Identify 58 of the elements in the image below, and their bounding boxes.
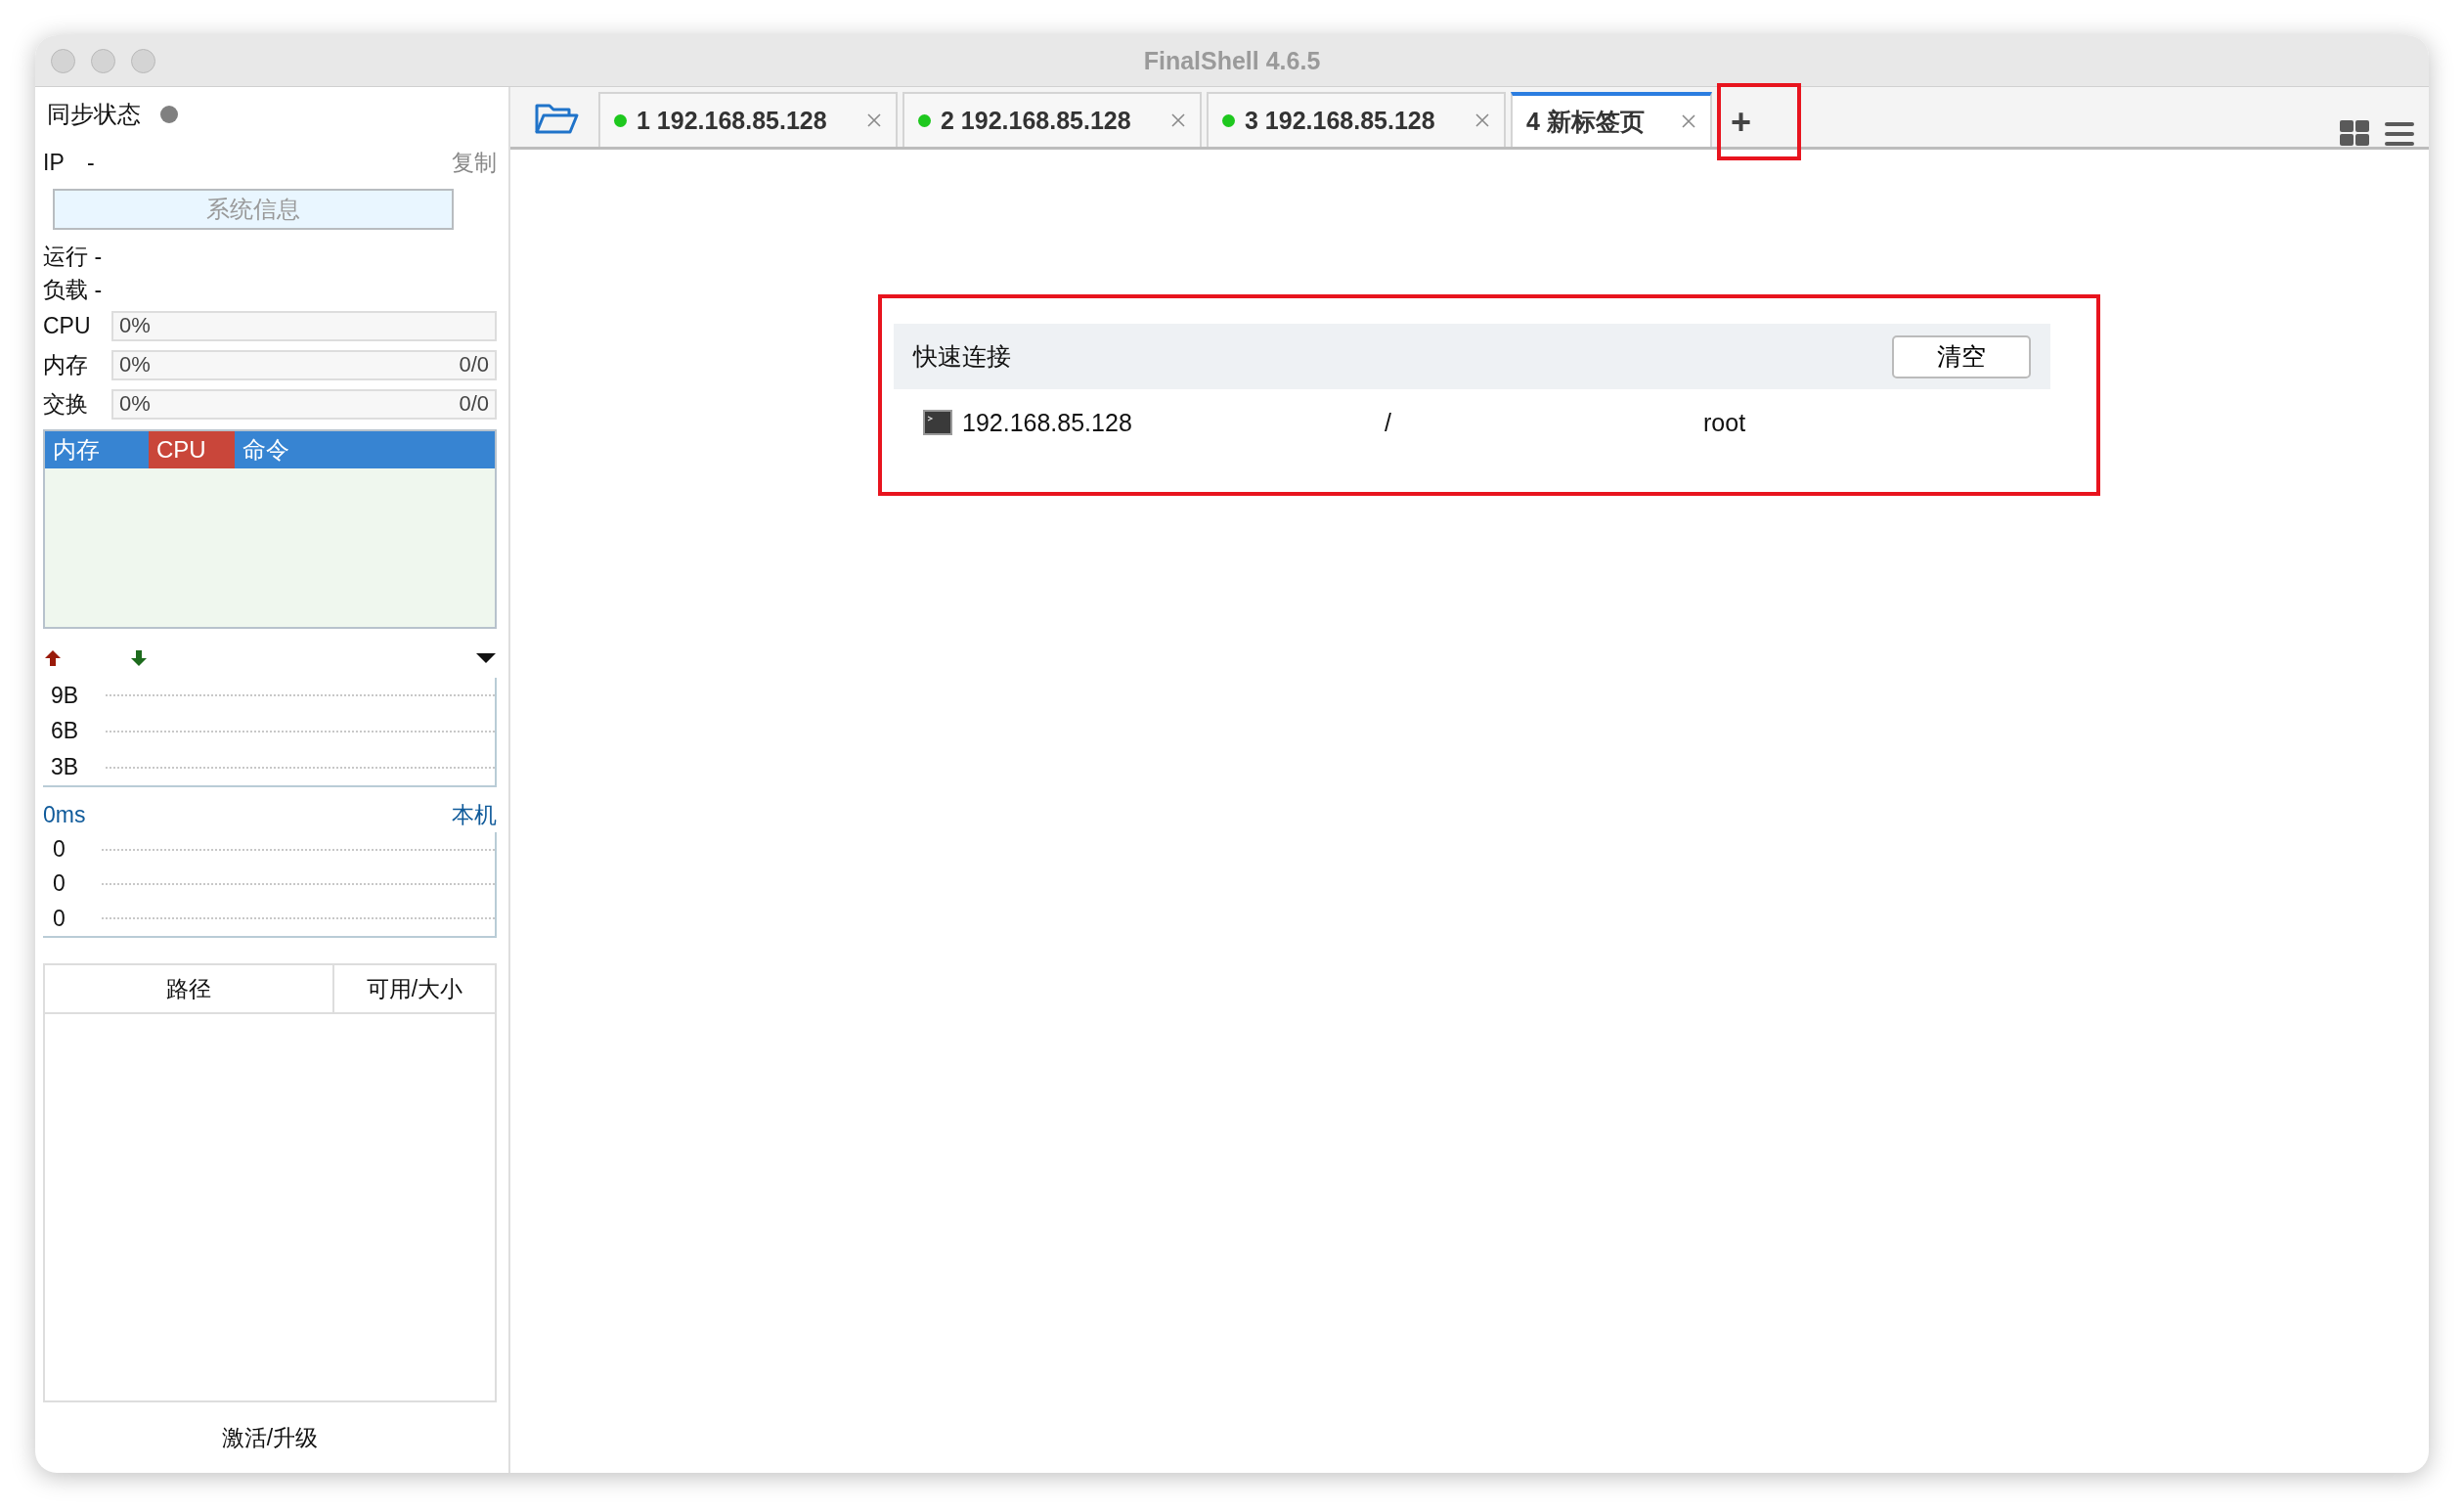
session-tab[interactable]: 4 新标签页 — [1511, 92, 1712, 147]
meter-label: CPU — [43, 312, 92, 339]
session-tab[interactable]: 2 192.168.85.128 — [902, 92, 1202, 147]
connected-dot — [1222, 113, 1235, 127]
process-tab[interactable]: 命令 — [235, 431, 338, 468]
close-icon[interactable] — [866, 112, 882, 128]
process-tab[interactable]: 内存 — [45, 431, 149, 468]
connection-host[interactable]: 192.168.85.128 — [962, 408, 1385, 437]
meter-total: 0/0 — [459, 352, 489, 378]
window-title: FinalShell 4.6.5 — [1143, 46, 1321, 75]
meter-reading: 0% — [119, 352, 152, 378]
tab-label: 2 192.168.85.128 — [941, 106, 1132, 135]
close-icon[interactable] — [1474, 112, 1490, 128]
tab-label: 4 新标签页 — [1526, 106, 1646, 137]
load-text: 负载 - — [43, 276, 104, 304]
axis-label: 0 — [52, 870, 66, 898]
grid-view-icon[interactable] — [2339, 119, 2370, 147]
connected-dot — [614, 113, 627, 127]
meter-label: 交换 — [43, 389, 89, 419]
dropdown-caret-icon[interactable] — [475, 651, 497, 665]
sync-status-label: 同步状态 — [47, 100, 141, 129]
terminal-icon — [923, 410, 952, 435]
activate-link[interactable]: 激活/升级 — [221, 1422, 319, 1453]
clear-button[interactable]: 清空 — [1892, 334, 2031, 378]
process-tab[interactable]: CPU — [149, 431, 235, 468]
folder-icon[interactable] — [534, 102, 579, 135]
ip-value: - — [87, 149, 95, 176]
tab-label: 1 192.168.85.128 — [637, 106, 828, 135]
status-dot — [160, 106, 178, 123]
new-tab-button[interactable]: + — [1721, 101, 1762, 143]
meter-reading: 0% — [119, 391, 152, 417]
upload-arrow-icon — [43, 648, 63, 668]
column-header[interactable]: 路径 — [45, 965, 334, 1012]
latency-target: 本机 — [452, 800, 497, 829]
session-tab[interactable]: 1 192.168.85.128 — [598, 92, 898, 147]
connected-dot — [918, 113, 931, 127]
latency-reading: 0ms — [43, 801, 86, 828]
close-icon[interactable] — [1681, 113, 1696, 129]
axis-label: 0 — [52, 905, 66, 932]
tab-label: 3 192.168.85.128 — [1245, 106, 1436, 135]
column-header[interactable]: 可用/大小 — [334, 965, 495, 1012]
session-tab[interactable]: 3 192.168.85.128 — [1207, 92, 1506, 147]
axis-label: 0 — [52, 836, 66, 864]
axis-label: 9B — [50, 682, 80, 709]
axis-label: 6B — [50, 718, 80, 745]
ip-label: IP — [43, 149, 66, 176]
uptime-text: 运行 - — [43, 243, 104, 271]
menu-icon[interactable] — [2384, 121, 2415, 147]
quick-connect-title: 快速连接 — [913, 341, 1011, 372]
close-icon[interactable] — [1170, 112, 1186, 128]
download-arrow-icon — [129, 648, 149, 668]
connection-user: root — [1703, 408, 1746, 437]
meter-total: 0/0 — [459, 391, 489, 417]
copy-link[interactable]: 复制 — [452, 147, 497, 178]
connection-path: / — [1385, 408, 1392, 437]
meter-label: 内存 — [43, 350, 89, 379]
meter-reading: 0% — [119, 313, 152, 338]
axis-label: 3B — [50, 754, 80, 781]
